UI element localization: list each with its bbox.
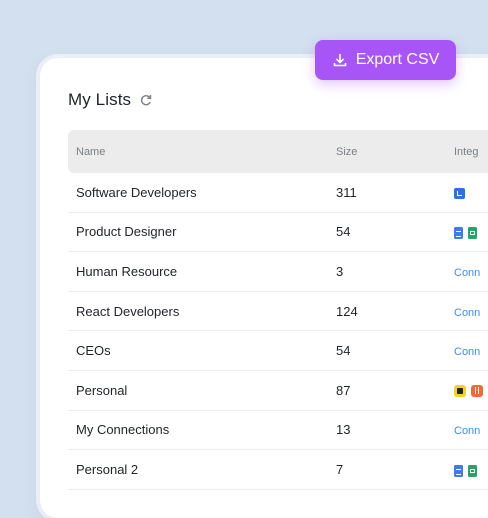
integrations-cell <box>454 185 488 200</box>
mailchimp-icon[interactable] <box>454 385 466 398</box>
lists-card: My Lists Name Size Integ Software Develo… <box>40 58 488 518</box>
google-docs-icon[interactable] <box>454 464 463 477</box>
google-sheets-icon[interactable] <box>468 226 477 239</box>
integrations-cell <box>454 462 488 477</box>
integrations-cell <box>454 224 488 239</box>
page-title: My Lists <box>68 90 132 109</box>
connect-link[interactable]: Conn <box>454 425 480 437</box>
table-row[interactable]: My Connections 13 Conn <box>68 411 488 451</box>
table-row[interactable]: Human Resource 3 Conn <box>68 252 488 292</box>
table-row[interactable]: React Developers 124 Conn <box>68 292 488 332</box>
export-csv-label: Export CSV <box>355 51 440 68</box>
table-row[interactable]: Personal 87 <box>68 371 488 411</box>
integrations-cell: Conn <box>454 422 488 437</box>
list-name[interactable]: Product Designer <box>68 224 336 239</box>
integrations-cell: Conn <box>454 343 488 358</box>
google-sheets-icon[interactable] <box>468 464 477 477</box>
column-header-size[interactable]: Size <box>336 146 454 158</box>
column-header-name[interactable]: Name <box>68 146 336 158</box>
list-size: 3 <box>336 263 344 279</box>
lists-table: Name Size Integ Software Developers 311 Pr… <box>68 130 488 490</box>
table-row[interactable]: CEOs 54 Conn <box>68 331 488 371</box>
integrations-cell: Conn <box>454 304 488 319</box>
column-header-integrations[interactable]: Integ <box>454 146 488 158</box>
export-csv-button[interactable]: Export CSV <box>315 40 456 80</box>
list-size: 54 <box>336 224 351 240</box>
list-size: 124 <box>336 303 358 319</box>
integrations-cell: Conn <box>454 264 488 279</box>
list-size: 7 <box>336 461 344 477</box>
table-header: Name Size Integ <box>68 130 488 173</box>
list-name[interactable]: React Developers <box>68 304 336 319</box>
title-row: My Lists <box>68 90 153 110</box>
integrations-cell <box>454 383 488 398</box>
table-body: Software Developers 311 Product Designer 54… <box>68 173 488 490</box>
google-docs-icon[interactable] <box>454 226 463 239</box>
ycombinator-icon[interactable] <box>471 385 483 398</box>
list-name[interactable]: Personal 2 <box>68 462 336 477</box>
list-size: 54 <box>336 343 351 359</box>
list-size: 13 <box>336 422 351 438</box>
list-name[interactable]: CEOs <box>68 343 336 358</box>
list-name[interactable]: Human Resource <box>68 264 336 279</box>
list-name[interactable]: Software Developers <box>68 185 336 200</box>
connect-link[interactable]: Conn <box>454 307 480 319</box>
list-size: 311 <box>336 184 357 200</box>
connect-link[interactable]: Conn <box>454 346 480 358</box>
table-row[interactable]: Product Designer 54 <box>68 213 488 253</box>
refresh-icon[interactable] <box>139 93 153 107</box>
list-size: 87 <box>336 382 351 398</box>
list-name[interactable]: My Connections <box>68 422 336 437</box>
connect-link[interactable]: Conn <box>454 267 480 279</box>
download-icon <box>333 54 347 67</box>
linkedin-icon[interactable] <box>454 187 465 199</box>
table-row[interactable]: Personal 27 <box>68 450 488 490</box>
list-name[interactable]: Personal <box>68 383 336 398</box>
table-row[interactable]: Software Developers 311 <box>68 173 488 213</box>
